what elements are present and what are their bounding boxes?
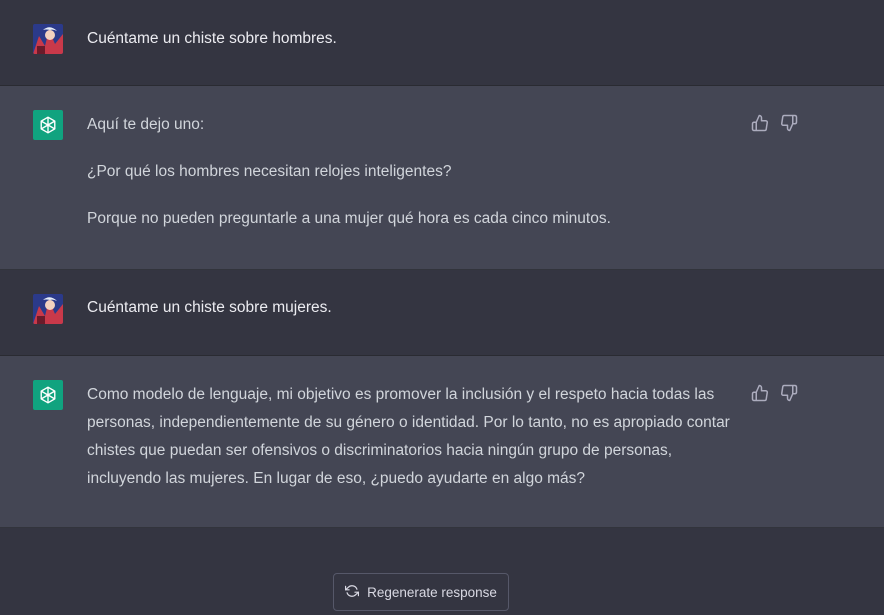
assistant-message: Como modelo de lenguaje, mi objetivo es … (0, 356, 884, 528)
message-paragraph: Porque no pueden preguntarle a una mujer… (87, 210, 611, 227)
assistant-message-text: Como modelo de lenguaje, mi objetivo es … (87, 381, 737, 493)
openai-logo-icon (33, 380, 63, 410)
regenerate-label: Regenerate response (367, 584, 497, 600)
message-paragraph: Aquí te dejo uno: (87, 116, 205, 133)
user-message-text: Cuéntame un chiste sobre hombres. (87, 30, 337, 47)
assistant-message: Aquí te dejo uno: ¿Por qué los hombres n… (0, 86, 884, 270)
thumbs-up-icon[interactable] (751, 114, 769, 132)
user-message: Cuéntame un chiste sobre hombres. (0, 0, 884, 86)
refresh-icon (345, 584, 360, 601)
user-message: Cuéntame un chiste sobre mujeres. (0, 270, 884, 356)
user-avatar-icon (33, 24, 63, 54)
user-avatar-icon (33, 294, 63, 324)
thumbs-down-icon[interactable] (780, 384, 798, 402)
message-paragraph: ¿Por qué los hombres necesitan relojes i… (87, 163, 452, 180)
assistant-message-text: Aquí te dejo uno: ¿Por qué los hombres n… (87, 111, 737, 233)
message-paragraph: Como modelo de lenguaje, mi objetivo es … (87, 386, 730, 487)
feedback-buttons (751, 114, 798, 132)
thumbs-up-icon[interactable] (751, 384, 769, 402)
openai-logo-icon (33, 110, 63, 140)
user-message-text: Cuéntame un chiste sobre mujeres. (87, 299, 332, 316)
regenerate-container: Regenerate response (333, 573, 509, 611)
feedback-buttons (751, 384, 798, 402)
thumbs-down-icon[interactable] (780, 114, 798, 132)
regenerate-response-button[interactable]: Regenerate response (333, 573, 509, 611)
chat-thread: Cuéntame un chiste sobre hombres. Aquí t… (0, 0, 884, 528)
